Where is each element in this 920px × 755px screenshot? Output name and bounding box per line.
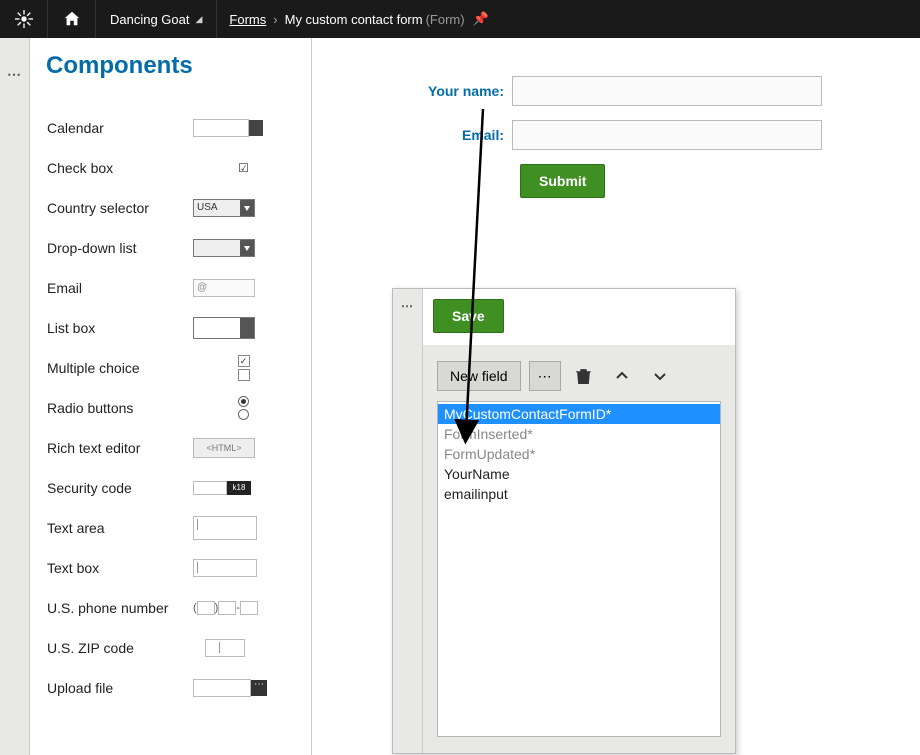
breadcrumb-type: (Form) <box>426 12 465 27</box>
breadcrumb-separator: › <box>273 12 277 27</box>
component-label: Drop-down list <box>47 240 193 256</box>
spinner-arrows-icon <box>240 318 254 338</box>
component-preview <box>193 116 294 140</box>
component-security-code[interactable]: Security code k18 <box>46 468 295 508</box>
component-textarea[interactable]: Text area <box>46 508 295 548</box>
component-dropdown[interactable]: Drop-down list <box>46 228 295 268</box>
submit-button[interactable]: Submit <box>520 164 605 198</box>
component-preview <box>193 676 294 700</box>
components-sidebar: Components Calendar Check box ☑ Country … <box>30 38 312 755</box>
breadcrumb: Forms › My custom contact form (Form) 📌 <box>217 11 488 27</box>
left-collapse-gutter: ⋯ <box>0 38 30 755</box>
caret-down-icon: ◢ <box>196 14 203 25</box>
component-label: Text area <box>47 520 193 536</box>
component-label: Country selector <box>47 200 193 216</box>
app-topbar: Dancing Goat ◢ Forms › My custom contact… <box>0 0 920 38</box>
field-list[interactable]: MyCustomContactFormID* FormInserted* For… <box>437 401 721 737</box>
new-field-button[interactable]: New field <box>437 361 521 391</box>
component-label: Radio buttons <box>47 400 193 416</box>
breadcrumb-root[interactable]: Forms <box>229 12 266 27</box>
home-icon[interactable] <box>48 0 96 38</box>
component-label: Email <box>47 280 193 296</box>
component-label: Rich text editor <box>47 440 193 456</box>
component-preview <box>193 556 294 580</box>
component-label: Text box <box>47 560 193 576</box>
component-upload[interactable]: Upload file <box>46 668 295 708</box>
component-listbox[interactable]: List box <box>46 308 295 348</box>
component-preview <box>193 636 294 660</box>
checkmark-icon: ☑ <box>238 161 249 175</box>
component-us-zip[interactable]: U.S. ZIP code <box>46 628 295 668</box>
field-item[interactable]: FormInserted* <box>438 424 720 444</box>
move-down-icon[interactable] <box>645 361 675 391</box>
component-radio[interactable]: Radio buttons <box>46 388 295 428</box>
field-item[interactable]: MyCustomContactFormID* <box>438 404 720 424</box>
sidebar-title: Components <box>46 52 295 80</box>
component-email[interactable]: Email @ <box>46 268 295 308</box>
field-item[interactable]: YourName <box>438 464 720 484</box>
component-label: List box <box>47 320 193 336</box>
name-label: Your name: <box>392 83 512 99</box>
field-item[interactable]: FormUpdated* <box>438 444 720 464</box>
component-preview <box>193 396 294 420</box>
component-label: U.S. ZIP code <box>47 640 193 656</box>
component-label: Calendar <box>47 120 193 136</box>
email-label: Email: <box>392 127 512 143</box>
more-actions-button[interactable]: ⋯ <box>529 361 561 391</box>
component-preview <box>193 236 294 260</box>
field-item[interactable]: emailinput <box>438 484 720 504</box>
email-input[interactable] <box>512 120 822 150</box>
component-richtext[interactable]: Rich text editor <HTML> <box>46 428 295 468</box>
form-row-email: Email: <box>392 120 822 150</box>
component-label: Security code <box>47 480 193 496</box>
component-country-selector[interactable]: Country selector USA <box>46 188 295 228</box>
component-preview: ☑ <box>193 156 294 180</box>
component-label: Upload file <box>47 680 193 696</box>
save-button[interactable]: Save <box>433 299 504 333</box>
component-label: U.S. phone number <box>47 600 193 616</box>
component-preview: USA <box>193 196 294 220</box>
component-preview: ()- <box>193 596 294 620</box>
main-canvas: Your name: Email: Submit ⋯ Save New fiel… <box>312 38 920 755</box>
editor-toolbar: Save <box>423 289 735 345</box>
component-preview: ✓ <box>193 356 294 380</box>
form-preview: Your name: Email: Submit <box>392 76 822 198</box>
component-preview: <HTML> <box>193 436 294 460</box>
move-up-icon[interactable] <box>607 361 637 391</box>
browse-icon <box>251 680 267 696</box>
component-preview: k18 <box>193 476 294 500</box>
component-textbox[interactable]: Text box <box>46 548 295 588</box>
fields-toolbar: New field ⋯ <box>437 361 721 391</box>
component-us-phone[interactable]: U.S. phone number ()- <box>46 588 295 628</box>
delete-icon[interactable] <box>569 361 599 391</box>
component-preview <box>193 516 294 540</box>
form-row-submit: Submit <box>520 164 822 198</box>
component-preview <box>193 316 294 340</box>
site-selector[interactable]: Dancing Goat ◢ <box>96 0 217 38</box>
component-label: Multiple choice <box>47 360 193 376</box>
component-checkbox[interactable]: Check box ☑ <box>46 148 295 188</box>
form-row-name: Your name: <box>392 76 822 106</box>
pin-icon[interactable]: 📌 <box>473 11 489 27</box>
calendar-icon <box>249 120 263 136</box>
site-name: Dancing Goat <box>110 12 190 27</box>
collapse-handle-icon[interactable]: ⋯ <box>0 38 29 83</box>
component-multiple-choice[interactable]: Multiple choice ✓ <box>46 348 295 388</box>
component-label: Check box <box>47 160 193 176</box>
editor-collapse-gutter[interactable]: ⋯ <box>393 289 423 753</box>
name-input[interactable] <box>512 76 822 106</box>
app-logo-icon[interactable] <box>0 0 48 38</box>
component-calendar[interactable]: Calendar <box>46 108 295 148</box>
breadcrumb-current: My custom contact form <box>285 12 423 27</box>
field-editor-panel: ⋯ Save New field ⋯ <box>392 288 736 754</box>
component-preview: @ <box>193 276 294 300</box>
